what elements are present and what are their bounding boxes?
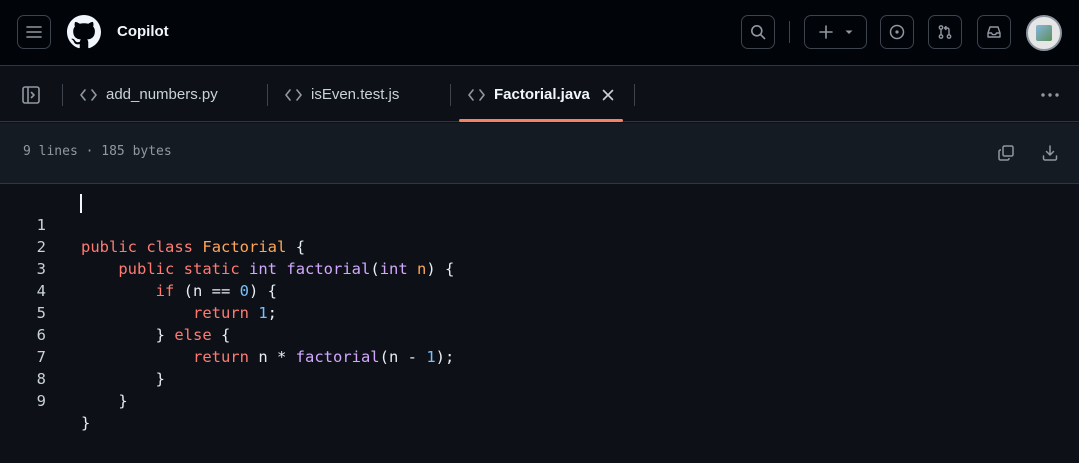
tab-label: add_numbers.py: [106, 86, 218, 103]
page-title[interactable]: Copilot: [117, 22, 169, 42]
inbox-button[interactable]: [977, 15, 1011, 49]
hamburger-icon: [26, 26, 42, 38]
issue-opened-icon: [889, 24, 905, 40]
tab-divider: [634, 84, 635, 106]
tab-iseven-test[interactable]: isEven.test.js: [285, 67, 399, 122]
close-tab-button[interactable]: [602, 89, 614, 101]
line-number: 9: [36, 392, 46, 410]
code-line: 1 public class Factorial {: [0, 192, 1079, 256]
close-icon: [602, 89, 614, 100]
code-line: 4 return 1;: [0, 258, 1079, 322]
tab-divider: [267, 84, 268, 106]
github-logo[interactable]: [67, 15, 101, 49]
code-line: 6 return n * factorial(n - 1);: [0, 302, 1079, 366]
pull-requests-button[interactable]: [928, 15, 962, 49]
code-line: 8 }: [0, 346, 1079, 410]
line-code: }: [118, 392, 128, 410]
code-line: 7 }: [0, 324, 1079, 388]
sidebar-expand-icon: [22, 86, 40, 104]
code-icon: [80, 88, 97, 101]
tab-factorial-java[interactable]: Factorial.java: [459, 67, 623, 122]
search-icon: [751, 25, 766, 40]
git-pull-request-icon: [938, 25, 952, 39]
code-icon: [285, 88, 302, 101]
tab-divider: [62, 84, 63, 106]
tab-label: Factorial.java: [494, 86, 590, 103]
code-icon: [468, 88, 485, 101]
line-code: }: [81, 414, 91, 432]
download-button[interactable]: [1039, 142, 1061, 164]
triangle-down-icon: [845, 30, 852, 34]
code-line: 5 } else {: [0, 280, 1079, 344]
code-view[interactable]: 1 public class Factorial { 2 public stat…: [0, 192, 1079, 432]
tab-label: isEven.test.js: [311, 86, 400, 103]
create-new-button[interactable]: [804, 15, 867, 49]
download-icon: [1042, 145, 1058, 161]
code-line: 3 if (n == 0) {: [0, 236, 1079, 300]
tab-add-numbers[interactable]: add_numbers.py: [80, 67, 218, 122]
copy-button[interactable]: [995, 142, 1017, 164]
code-line: 2 public static int factorial(int n) {: [0, 214, 1079, 278]
text-cursor: [80, 194, 82, 213]
file-stats: 9 lines · 185 bytes: [23, 144, 172, 159]
issues-button[interactable]: [880, 15, 914, 49]
kebab-horizontal-icon: [1041, 93, 1059, 97]
tab-divider: [450, 84, 451, 106]
sidebar-toggle-button[interactable]: [21, 85, 41, 110]
search-button[interactable]: [741, 15, 775, 49]
more-options-button[interactable]: [1038, 85, 1062, 105]
header-divider: [789, 21, 790, 43]
plus-icon: [818, 25, 833, 39]
copy-icon: [998, 145, 1014, 161]
menu-button[interactable]: [17, 15, 51, 49]
code-line: 9 }: [0, 368, 1079, 432]
top-header: Copilot: [0, 0, 1079, 66]
inbox-icon: [987, 26, 1001, 38]
avatar[interactable]: [1026, 15, 1062, 51]
